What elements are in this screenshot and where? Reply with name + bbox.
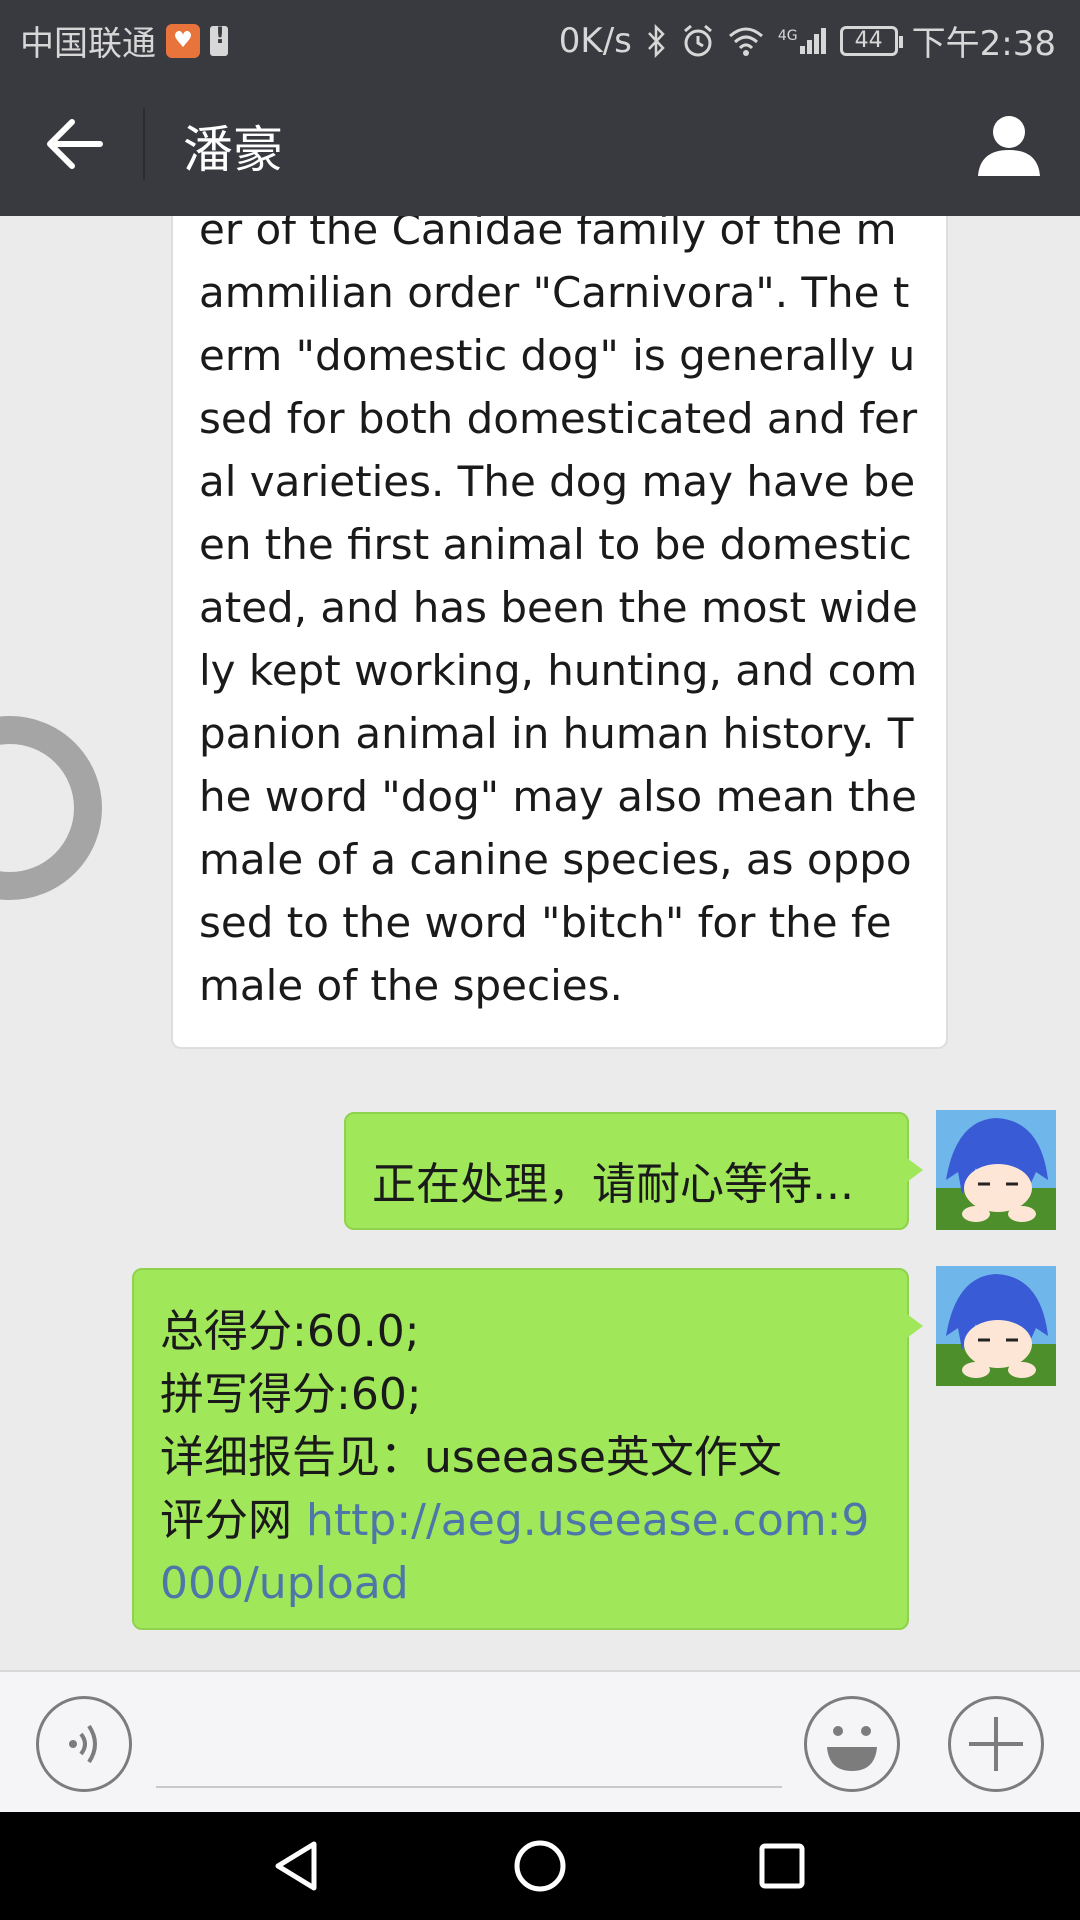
battery-icon: 44 xyxy=(839,25,903,56)
avatar[interactable] xyxy=(936,1110,1056,1230)
message-input[interactable] xyxy=(156,1786,782,1788)
loading-spinner xyxy=(0,716,102,900)
alarm-icon xyxy=(683,24,712,56)
voice-icon xyxy=(69,1724,97,1764)
bluetooth-icon xyxy=(647,23,665,58)
emoji-button[interactable] xyxy=(804,1696,900,1792)
clock-time: 下午2:38 xyxy=(911,24,1056,64)
chat-area[interactable]: er of the Canidae family of the mammilia… xyxy=(0,216,1080,1670)
chat-header: 潘豪 xyxy=(0,72,1080,216)
header-divider xyxy=(143,108,145,180)
clipboard-alert-icon xyxy=(210,24,228,56)
chat-title: 潘豪 xyxy=(183,121,283,179)
carrier-name: 中国联通 xyxy=(20,24,156,64)
arrow-left-icon[interactable] xyxy=(44,116,104,172)
anime-avatar-icon xyxy=(936,1110,1056,1230)
home-circle-icon[interactable] xyxy=(510,1836,570,1896)
status-bar: 中国联通 ♥ 0K/s 4G 44 下午2:38 xyxy=(0,0,1080,72)
back-triangle-icon[interactable] xyxy=(268,1836,328,1896)
recent-square-icon[interactable] xyxy=(752,1836,812,1896)
person-icon[interactable] xyxy=(976,112,1042,178)
status-right: 0K/s 4G 44 下午2:38 xyxy=(559,16,1056,65)
incoming-message-text: er of the Canidae family of the mammilia… xyxy=(199,216,931,1010)
emoji-icon xyxy=(827,1726,877,1771)
anime-avatar-icon xyxy=(936,1266,1056,1386)
processing-message-bubble[interactable]: 正在处理，请耐心等待... xyxy=(344,1112,923,1230)
plus-icon xyxy=(969,1717,1023,1771)
spelling-score-text: 拼写得分:60; xyxy=(160,1369,422,1420)
system-nav-bar xyxy=(0,1812,1080,1920)
result-message-bubble[interactable]: 总得分:60.0; 拼写得分:60; 详细报告见：useease英文作文 评分网… xyxy=(132,1268,923,1630)
signal-icon: 4G xyxy=(777,27,826,54)
voice-button[interactable] xyxy=(36,1696,132,1792)
avatar[interactable] xyxy=(936,1266,1056,1386)
wifi-icon xyxy=(728,27,763,56)
report-prefix-text: 详细报告见：useease英文作文 xyxy=(160,1432,782,1483)
network-speed: 0K/s xyxy=(558,20,632,61)
network-type: 4G xyxy=(777,27,798,44)
more-button[interactable] xyxy=(948,1696,1044,1792)
processing-message-text: 正在处理，请耐心等待... xyxy=(372,1159,854,1210)
report-site-text: 评分网 xyxy=(160,1495,306,1546)
status-left: 中国联通 ♥ xyxy=(20,16,228,65)
total-score-text: 总得分:60.0; xyxy=(160,1306,420,1357)
incoming-message-bubble[interactable]: er of the Canidae family of the mammilia… xyxy=(171,216,948,1049)
health-app-icon: ♥ xyxy=(166,23,200,58)
input-bar xyxy=(0,1670,1080,1812)
